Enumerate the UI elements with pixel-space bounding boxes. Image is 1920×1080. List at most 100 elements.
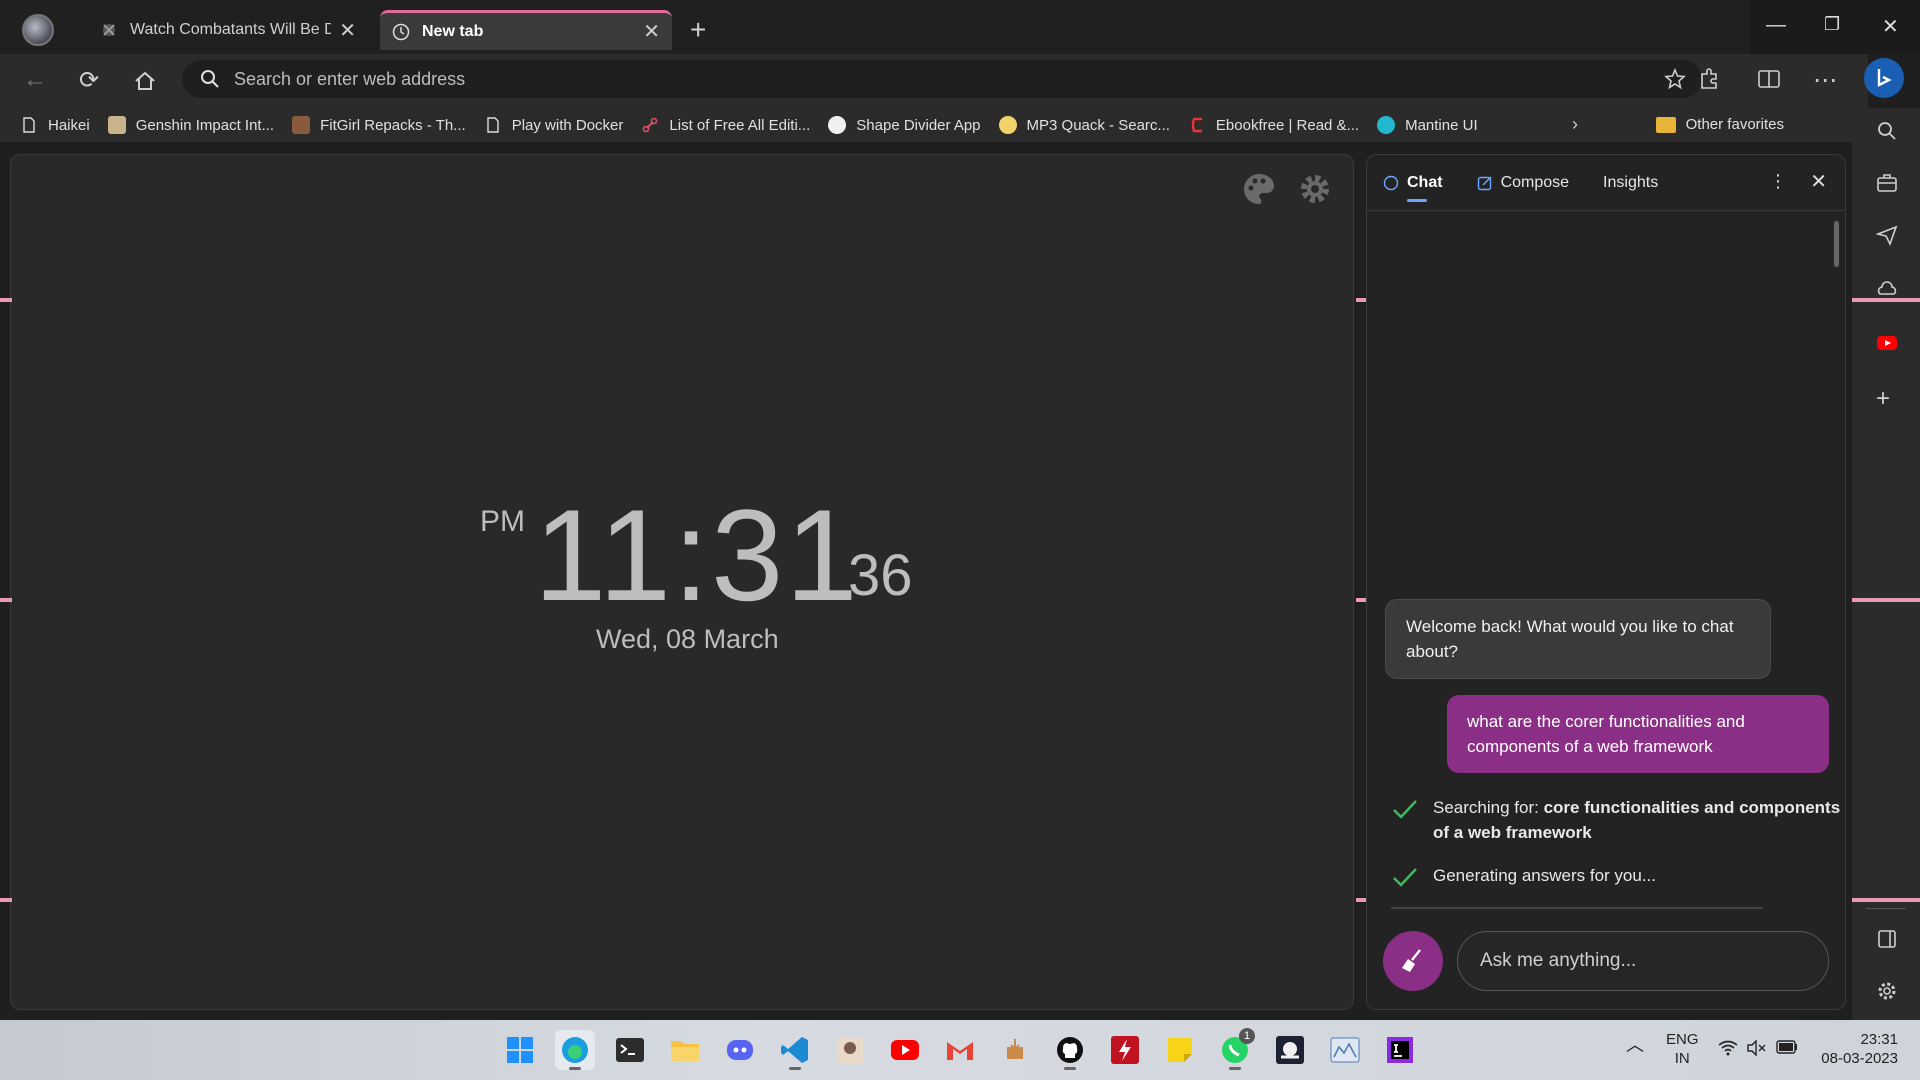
extensions-icon[interactable] (1696, 66, 1726, 96)
scrollbar-thumb[interactable] (1834, 221, 1839, 267)
tab-chat[interactable]: Chat (1383, 174, 1443, 202)
clock-date: Wed, 08 March (596, 624, 779, 654)
show-hidden-icons-chevron[interactable]: ︿ (1626, 1036, 1644, 1055)
send-plane-icon[interactable] (1876, 224, 1898, 246)
divider (1391, 907, 1763, 909)
user-message: what are the corer functionalities and c… (1447, 695, 1829, 773)
sidebar-settings-icon[interactable] (1876, 980, 1898, 1002)
tab-compose[interactable]: Compose (1477, 174, 1569, 192)
vscode-icon[interactable] (775, 1030, 815, 1070)
more-menu-icon[interactable]: ⋯ (1810, 66, 1840, 96)
new-tab-plus-icon[interactable]: + (690, 14, 706, 46)
bookmark-genshin[interactable]: Genshin Impact Int... (107, 116, 274, 134)
page-icon (20, 116, 38, 134)
split-screen-icon[interactable] (1756, 66, 1786, 96)
new-topic-broom-icon[interactable] (1383, 931, 1443, 991)
add-plus-icon[interactable]: + (1876, 387, 1898, 411)
minimize-icon[interactable]: — (1766, 14, 1786, 37)
genshin-icon (107, 116, 126, 134)
language-indicator[interactable]: ENG IN (1666, 1030, 1699, 1068)
other-favorites-folder[interactable]: Other favorites (1655, 116, 1784, 133)
installer-icon[interactable] (995, 1030, 1035, 1070)
thunder-app-icon[interactable] (1105, 1030, 1145, 1070)
bookmark-fitgirl[interactable]: FitGirl Repacks - Th... (292, 116, 466, 134)
search-icon[interactable] (1876, 120, 1898, 142)
anime-site-icon (100, 21, 118, 39)
link-icon (641, 116, 659, 134)
ask-input[interactable] (1457, 931, 1829, 991)
cloud-icon[interactable] (1876, 278, 1898, 300)
ebook-icon (1188, 116, 1206, 134)
whatsapp-icon[interactable]: 1 (1215, 1028, 1255, 1070)
bookmark-list-of-free[interactable]: List of Free All Editi... (641, 116, 810, 134)
address-bar[interactable] (182, 60, 1702, 98)
sticky-notes-icon[interactable] (1160, 1030, 1200, 1070)
bing-copilot-icon[interactable] (1864, 58, 1904, 98)
github-icon[interactable] (1050, 1030, 1090, 1070)
search-icon (200, 69, 220, 89)
close-tab-icon[interactable]: ✕ (643, 19, 660, 44)
youtube-app-icon[interactable] (885, 1030, 925, 1070)
mantine-icon (1377, 116, 1396, 134)
bookmark-shape-divider[interactable]: Shape Divider App (828, 116, 981, 134)
copilot-more-icon[interactable]: ⋮ (1769, 171, 1787, 192)
tab-title: New tab (422, 22, 484, 40)
copilot-tabs: Chat Compose Insights ⋮ ✕ (1367, 155, 1845, 211)
page-icon (484, 116, 502, 134)
bookmark-haikei[interactable]: Haikei (20, 116, 90, 134)
search-step: Searching for: core functionalities and … (1391, 795, 1845, 845)
tab-title: Watch Combatants Will Be Disp (130, 21, 332, 38)
clock-tray[interactable]: 23:31 08-03-2023 (1818, 1030, 1898, 1068)
address-input[interactable] (234, 68, 1534, 90)
home-icon[interactable] (130, 66, 160, 96)
anime-app-icon[interactable] (830, 1030, 870, 1070)
speaker-muted-icon[interactable] (1746, 1040, 1766, 1056)
close-window-icon[interactable]: ✕ (1882, 14, 1899, 39)
edge-marker (1852, 898, 1920, 902)
wifi-icon[interactable] (1718, 1040, 1738, 1056)
edge-marker (1852, 298, 1920, 302)
start-windows-icon[interactable] (500, 1030, 540, 1070)
edge-marker (1852, 598, 1920, 602)
one-piece-app-icon[interactable] (1270, 1030, 1310, 1070)
new-tab-clock-icon (392, 23, 410, 41)
monitor-app-icon[interactable] (1325, 1030, 1365, 1070)
folder-icon (1655, 116, 1676, 133)
restore-icon[interactable]: ❐ (1824, 14, 1840, 35)
sidebar-toggle-icon[interactable] (1876, 928, 1898, 950)
close-tab-icon[interactable]: ✕ (339, 18, 356, 43)
check-icon (1393, 868, 1417, 887)
bookmark-play-with-docker[interactable]: Play with Docker (484, 116, 623, 134)
intellij-icon[interactable] (1380, 1030, 1420, 1070)
copilot-close-icon[interactable]: ✕ (1810, 169, 1827, 194)
tab-insights[interactable]: Insights (1603, 174, 1658, 192)
edge-dev-icon[interactable] (555, 1030, 595, 1070)
tab-new-tab[interactable]: New tab ✕ (380, 10, 672, 50)
settings-gear-icon[interactable] (1296, 170, 1334, 208)
bot-message: Welcome back! What would you like to cha… (1385, 599, 1771, 679)
terminal-icon[interactable] (610, 1030, 650, 1070)
tools-briefcase-icon[interactable] (1876, 172, 1898, 194)
copilot-sidebar: Chat Compose Insights ⋮ ✕ Welcome back! … (1366, 154, 1846, 1010)
shape-divider-icon (828, 116, 847, 134)
chevron-right-icon[interactable]: › (1572, 114, 1578, 135)
profile-avatar[interactable] (22, 14, 54, 46)
discord-icon[interactable] (720, 1030, 760, 1070)
add-favorite-star-icon[interactable] (1664, 68, 1686, 90)
bookmark-mp3-quack[interactable]: MP3 Quack - Searc... (998, 116, 1170, 134)
compose-icon (1477, 176, 1492, 190)
battery-icon[interactable] (1776, 1040, 1798, 1054)
favorites-bar: Haikei Genshin Impact Int... FitGirl Rep… (0, 108, 1868, 142)
back-arrow-icon[interactable]: ← (20, 66, 50, 96)
check-icon (1393, 800, 1417, 819)
palette-icon[interactable] (1240, 170, 1278, 208)
refresh-icon[interactable]: ⟳ (74, 66, 104, 96)
generating-step: Generating answers for you... (1391, 863, 1656, 891)
youtube-icon[interactable] (1876, 332, 1898, 354)
edge-marker (0, 898, 12, 902)
tab-watch-combatants[interactable]: Watch Combatants Will Be Disp ✕ (88, 10, 368, 50)
gmail-icon[interactable] (940, 1030, 980, 1070)
bookmark-mantine[interactable]: Mantine UI (1377, 116, 1478, 134)
file-explorer-icon[interactable] (665, 1030, 705, 1070)
bookmark-ebookfree[interactable]: Ebookfree | Read &... (1188, 116, 1359, 134)
